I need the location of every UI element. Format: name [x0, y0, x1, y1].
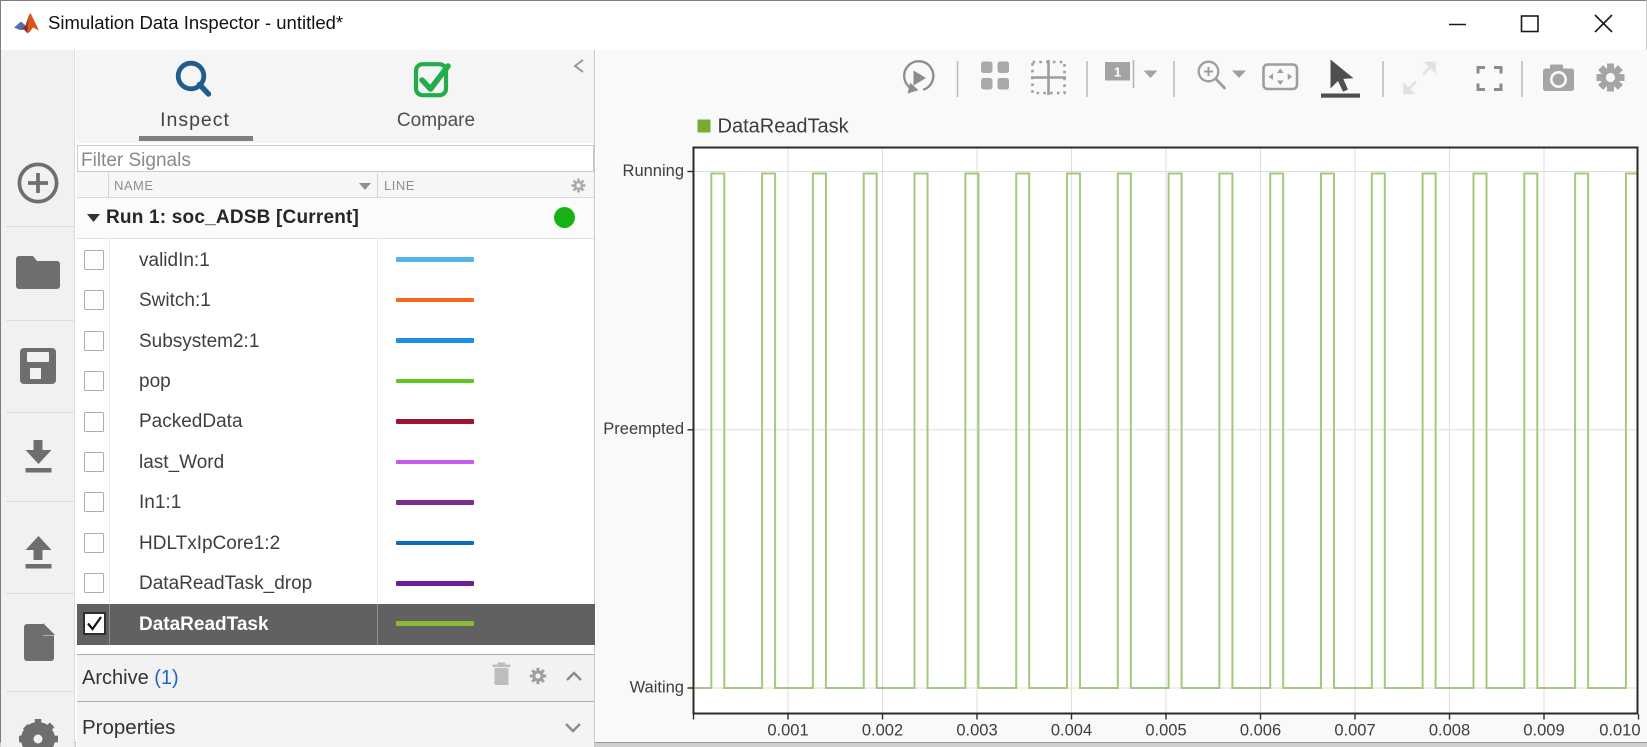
svg-text:0.005: 0.005 [1145, 722, 1186, 740]
svg-text:Running: Running [623, 162, 684, 180]
svg-text:0.001: 0.001 [767, 722, 808, 740]
svg-text:0.007: 0.007 [1334, 722, 1375, 740]
svg-text:0.006: 0.006 [1240, 722, 1281, 740]
svg-text:0.003: 0.003 [956, 722, 997, 740]
svg-text:0.002: 0.002 [862, 722, 903, 740]
svg-text:0.004: 0.004 [1051, 722, 1092, 740]
svg-text:1: 1 [1114, 65, 1121, 80]
svg-text:Waiting: Waiting [630, 679, 684, 697]
svg-text:0.009: 0.009 [1523, 722, 1564, 740]
svg-text:0.008: 0.008 [1429, 722, 1470, 740]
svg-text:DataReadTask: DataReadTask [718, 116, 850, 138]
svg-text:Preempted: Preempted [603, 420, 684, 438]
svg-text:0.010: 0.010 [1599, 722, 1640, 740]
